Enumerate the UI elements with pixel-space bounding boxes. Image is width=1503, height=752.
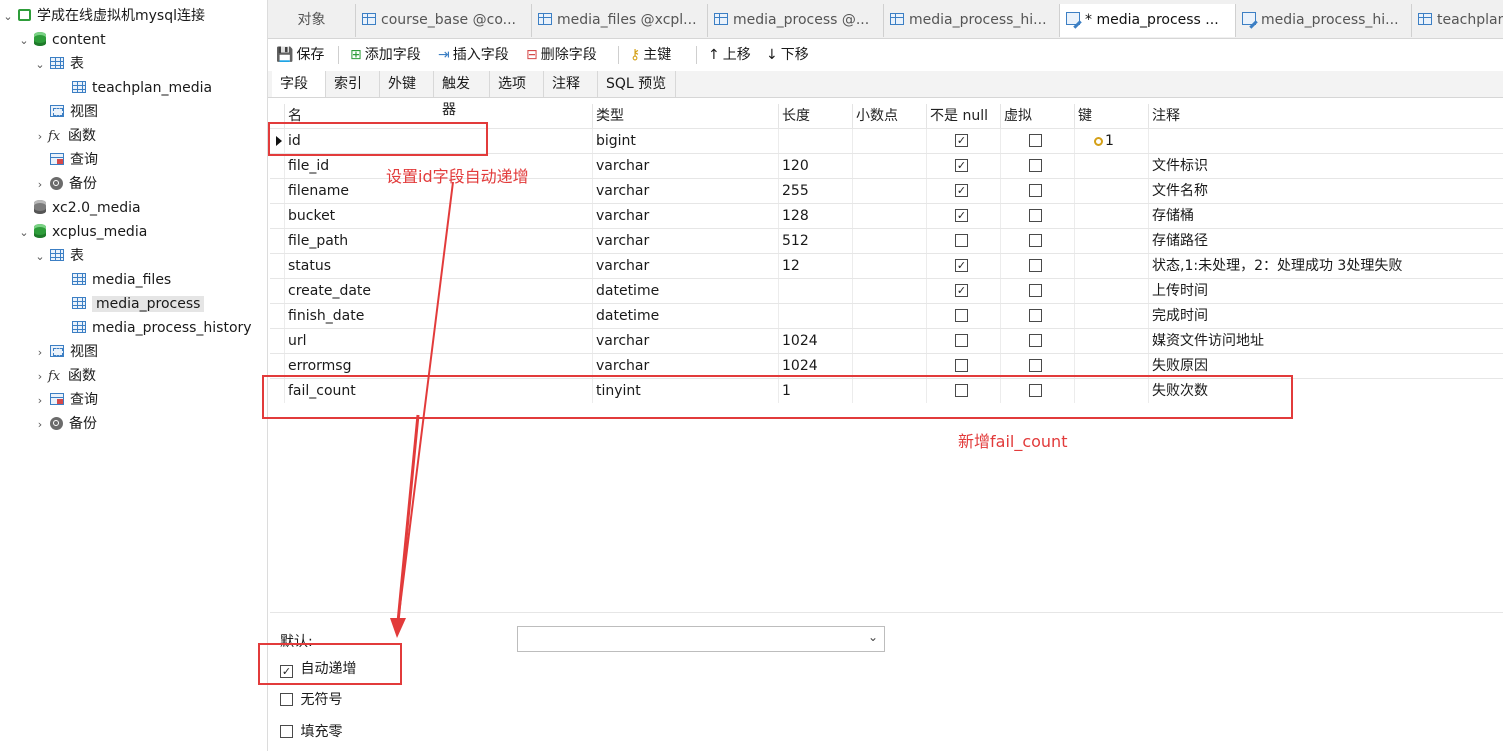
- arrow-head-icon: [390, 618, 406, 638]
- arrow-line-from-id: [397, 181, 454, 623]
- annotation-arrows: [390, 181, 454, 638]
- arrow-line-from-fail-count: [396, 414, 420, 623]
